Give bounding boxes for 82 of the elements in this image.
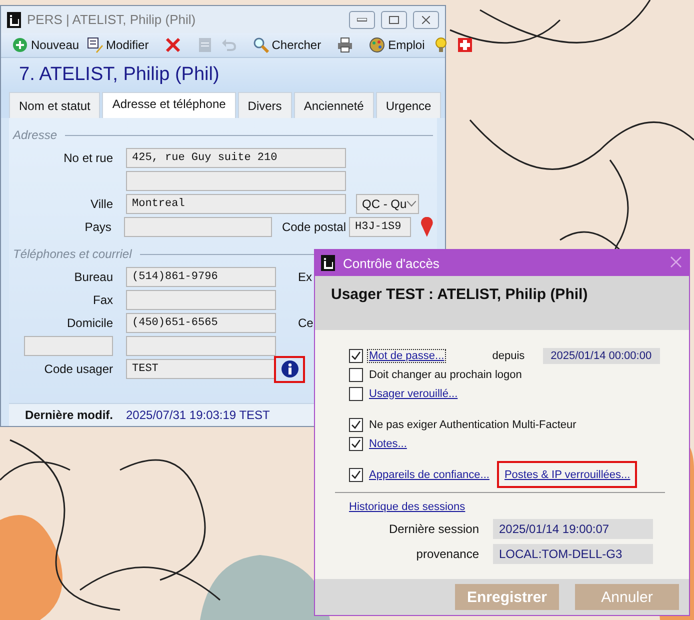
input-field[interactable] xyxy=(126,171,346,191)
input-field[interactable] xyxy=(24,336,113,356)
info-icon xyxy=(280,360,298,378)
field-label: No et rue xyxy=(62,151,113,165)
maximize-button[interactable] xyxy=(381,10,407,28)
section-title: Téléphones et courriel xyxy=(13,247,132,261)
record-heading: 7. ATELIST, Philip (Phil) xyxy=(1,58,445,90)
tab[interactable]: Adresse et téléphone xyxy=(102,92,236,118)
field-label: Dernière modif. xyxy=(24,408,113,422)
delete-icon xyxy=(164,37,181,53)
search-icon xyxy=(252,37,269,53)
option-link[interactable]: Notes... xyxy=(367,436,409,450)
input-field[interactable] xyxy=(126,290,276,310)
minimize-icon xyxy=(357,18,367,22)
checkbox[interactable] xyxy=(349,468,363,482)
palette-icon xyxy=(369,37,386,53)
input-field[interactable]: H3J-1S9 xyxy=(349,217,412,237)
job-button[interactable]: Emploi xyxy=(366,36,428,54)
dropdown[interactable]: QC - Qu xyxy=(356,194,419,214)
input-field[interactable]: 425, rue Guy suite 210 xyxy=(126,148,346,168)
map-pin-icon[interactable] xyxy=(421,217,433,237)
undo-icon xyxy=(220,37,237,53)
edit-icon xyxy=(87,37,104,53)
option-link[interactable]: Mot de passe... xyxy=(367,348,446,362)
window-title: PERS | ATELIST, Philip (Phil) xyxy=(27,12,197,27)
plus-icon xyxy=(12,37,28,53)
edit-button[interactable]: Modifier xyxy=(84,36,152,54)
checkbox[interactable] xyxy=(349,348,363,362)
checkbox[interactable] xyxy=(349,436,363,450)
modified-value: 2025/07/31 19:03:19 TEST xyxy=(126,408,270,422)
caret-icon xyxy=(407,201,416,207)
app-logo-icon xyxy=(321,255,335,271)
close-icon xyxy=(670,256,682,268)
input-field[interactable] xyxy=(126,336,276,356)
close-button[interactable] xyxy=(413,10,439,28)
section-title: Adresse xyxy=(13,128,58,142)
checkbox[interactable] xyxy=(349,386,363,400)
option-link[interactable]: Usager verouillé... xyxy=(367,386,460,400)
field-label: Code postal xyxy=(280,220,346,234)
option-label: Ne pas exiger Authentication Multi-Facteur xyxy=(368,418,578,432)
option-label: Doit changer au prochain logon xyxy=(368,368,523,382)
field-label: Dernière session xyxy=(388,522,479,536)
minimize-button[interactable] xyxy=(349,10,375,28)
input-field[interactable]: TEST xyxy=(126,359,276,379)
maximize-icon xyxy=(389,16,399,24)
field-label: depuis xyxy=(492,350,525,362)
dialog-title: Contrôle d'accès xyxy=(343,256,440,270)
date-value: 2025/01/14 00:00:00 xyxy=(542,348,660,364)
field-label: Code usager xyxy=(43,362,113,376)
field-label: Pays xyxy=(84,220,112,234)
input-field[interactable] xyxy=(124,217,272,237)
info-button[interactable] xyxy=(274,356,305,382)
field-label: Ville xyxy=(90,197,113,211)
input-field[interactable]: (450)651-6565 xyxy=(126,313,276,333)
field-label: Ce xyxy=(298,316,314,330)
document-icon xyxy=(196,37,213,53)
checkbox[interactable] xyxy=(349,418,363,432)
history-link[interactable]: Historique des sessions xyxy=(349,501,466,513)
tab[interactable]: Nom et statut xyxy=(9,92,100,118)
close-icon xyxy=(422,16,430,24)
session-value: 2025/01/14 19:00:07 xyxy=(493,519,653,539)
input-field[interactable]: (514)861-9796 xyxy=(126,267,276,287)
origin-value: LOCAL:TOM-DELL-G3 xyxy=(493,544,653,564)
lightbulb-icon xyxy=(432,37,449,53)
tab[interactable]: Urgence xyxy=(376,92,442,118)
field-label: provenance xyxy=(415,547,479,561)
search-button[interactable]: Chercher xyxy=(250,36,324,54)
field-label: Domicile xyxy=(66,316,113,330)
locked-stations-link[interactable]: Postes & IP verrouillées... xyxy=(497,461,638,488)
input-field[interactable]: Montreal xyxy=(126,194,346,214)
printer-icon xyxy=(337,37,354,53)
checkbox[interactable] xyxy=(349,368,363,382)
field-label: Fax xyxy=(92,293,113,307)
tab[interactable]: Divers xyxy=(238,92,292,118)
new-button[interactable]: Nouveau xyxy=(9,36,82,54)
field-label: Bureau xyxy=(73,270,113,284)
dialog-heading: Usager TEST : ATELIST, Philip (Phil) xyxy=(331,286,588,303)
cross-flag-icon xyxy=(456,37,473,53)
app-logo-icon xyxy=(7,12,21,28)
option-link[interactable]: Appareils de confiance... xyxy=(367,468,492,482)
tab[interactable]: Ancienneté xyxy=(294,92,374,118)
field-label: Ex xyxy=(298,270,312,284)
